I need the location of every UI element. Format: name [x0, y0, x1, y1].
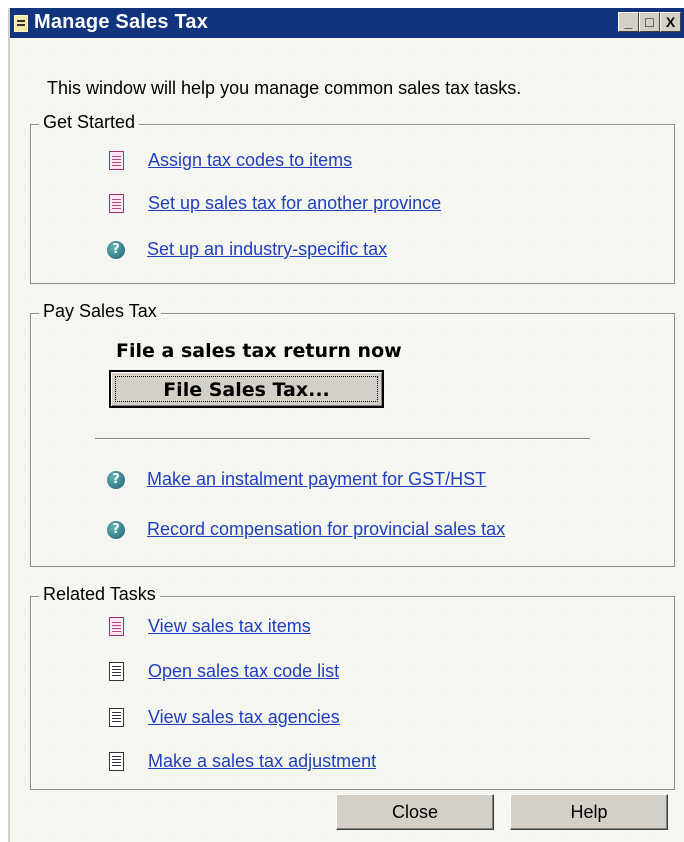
- open-tax-code-list-link[interactable]: Open sales tax code list: [148, 661, 339, 682]
- task-instalment-payment[interactable]: ? Make an instalment payment for GST/HST: [107, 469, 486, 490]
- minimize-button[interactable]: _: [618, 12, 639, 32]
- task-open-tax-code-list[interactable]: Open sales tax code list: [109, 661, 339, 682]
- close-button[interactable]: Close: [336, 794, 494, 830]
- related-tasks-title: Related Tasks: [39, 584, 160, 605]
- window-title: Manage Sales Tax: [34, 11, 209, 33]
- pay-sales-tax-title: Pay Sales Tax: [39, 301, 161, 322]
- title-bar[interactable]: Manage Sales Tax _ □ X: [10, 8, 684, 38]
- file-sales-tax-button[interactable]: File Sales Tax...: [109, 370, 384, 408]
- close-window-button[interactable]: X: [660, 12, 681, 32]
- help-icon: ?: [107, 240, 125, 259]
- intro-text: This window will help you manage common …: [47, 78, 522, 98]
- instalment-payment-link[interactable]: Make an instalment payment for GST/HST: [147, 469, 486, 490]
- related-tasks-group: Related Tasks View sales tax items Open …: [30, 584, 675, 790]
- list-icon: [109, 708, 124, 727]
- task-sales-tax-adjustment[interactable]: Make a sales tax adjustment: [109, 751, 376, 772]
- assign-tax-codes-link[interactable]: Assign tax codes to items: [148, 150, 352, 171]
- help-icon: ?: [107, 470, 125, 489]
- task-industry-tax[interactable]: ? Set up an industry-specific tax: [107, 239, 387, 260]
- view-tax-items-link[interactable]: View sales tax items: [148, 616, 311, 637]
- list-icon: [109, 662, 124, 681]
- sales-tax-adjustment-link[interactable]: Make a sales tax adjustment: [148, 751, 376, 772]
- view-tax-agencies-link[interactable]: View sales tax agencies: [148, 707, 340, 728]
- help-button[interactable]: Help: [510, 794, 668, 830]
- maximize-button[interactable]: □: [639, 12, 660, 32]
- industry-tax-link[interactable]: Set up an industry-specific tax: [147, 239, 387, 260]
- setup-province-link[interactable]: Set up sales tax for another province: [148, 193, 441, 214]
- get-started-group: Get Started Assign tax codes to items Se…: [30, 112, 675, 284]
- file-return-label: File a sales tax return now: [116, 340, 402, 362]
- file-sales-tax-label: File Sales Tax...: [163, 379, 330, 401]
- record-compensation-link[interactable]: Record compensation for provincial sales…: [147, 519, 505, 540]
- list-icon: [109, 752, 124, 771]
- document-icon: [109, 151, 124, 170]
- task-view-tax-agencies[interactable]: View sales tax agencies: [109, 707, 340, 728]
- document-icon: [109, 194, 124, 213]
- task-record-compensation[interactable]: ? Record compensation for provincial sal…: [107, 519, 505, 540]
- task-view-tax-items[interactable]: View sales tax items: [109, 616, 311, 637]
- help-icon: ?: [107, 520, 125, 539]
- manage-sales-tax-window: Manage Sales Tax _ □ X This window will …: [8, 8, 684, 842]
- document-icon: [109, 617, 124, 636]
- window-icon: [14, 15, 28, 32]
- task-setup-province[interactable]: Set up sales tax for another province: [109, 193, 441, 214]
- window-content: This window will help you manage common …: [10, 38, 684, 842]
- divider: [95, 438, 590, 439]
- task-assign-tax-codes[interactable]: Assign tax codes to items: [109, 150, 352, 171]
- pay-sales-tax-group: Pay Sales Tax File a sales tax return no…: [30, 301, 675, 567]
- get-started-title: Get Started: [39, 112, 140, 133]
